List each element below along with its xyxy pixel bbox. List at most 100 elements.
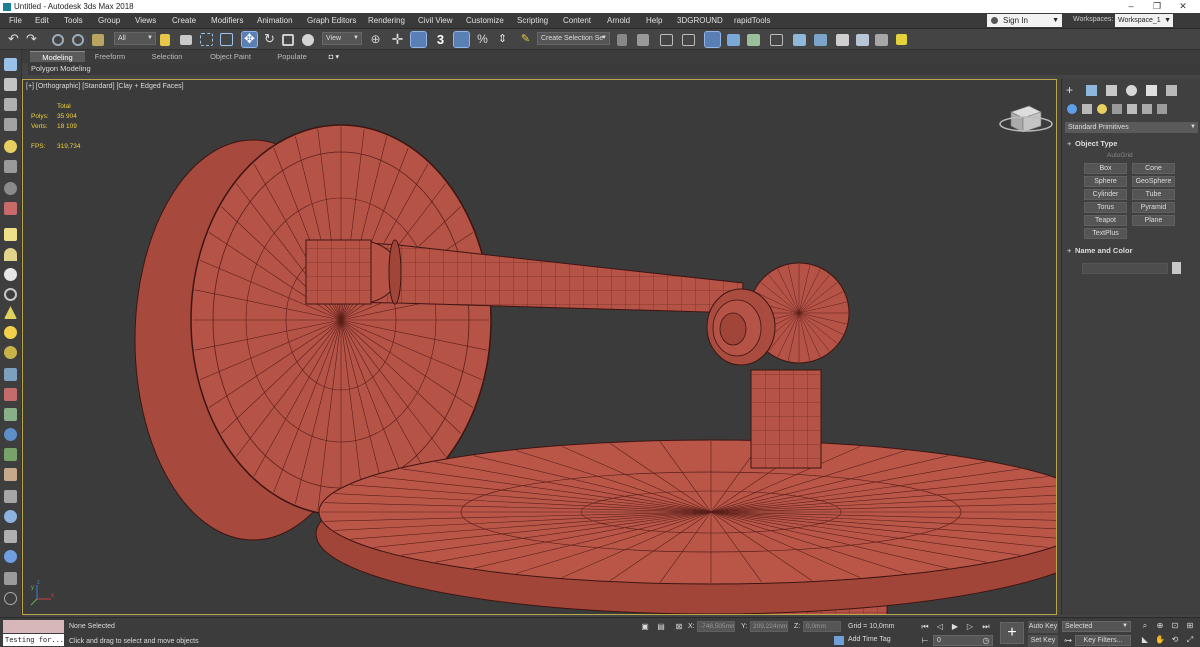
pyramid-button[interactable]: Pyramid: [1132, 202, 1175, 213]
render-iterative-icon[interactable]: [856, 34, 869, 46]
key-selection-set-dropdown[interactable]: Selected ▼: [1062, 621, 1131, 632]
spacewarps-icon[interactable]: [1142, 104, 1152, 114]
y-coordinate-field[interactable]: 209,224mm: [750, 621, 788, 632]
key-mode-toggle-icon[interactable]: ⊢: [920, 636, 930, 646]
sun-icon[interactable]: [4, 326, 17, 339]
edit-named-selection-icon[interactable]: ✎: [518, 32, 533, 47]
isolate-selection-icon[interactable]: ▣: [640, 622, 650, 632]
object-category-dropdown[interactable]: Standard Primitives ▼: [1065, 122, 1198, 133]
autogrid-checkbox[interactable]: AutoGrid: [1107, 152, 1133, 159]
snap-toggle-icon[interactable]: 3: [433, 32, 448, 47]
name-and-color-rollout[interactable]: Name and Color: [1065, 245, 1194, 256]
menu-customize[interactable]: Customize: [466, 16, 504, 25]
material-editor-icon[interactable]: [770, 34, 783, 46]
select-by-name-icon[interactable]: [180, 35, 192, 45]
absolute-mode-icon[interactable]: ⊠: [674, 622, 684, 632]
stairs-icon[interactable]: [4, 368, 17, 381]
tab-freeform[interactable]: Freeform: [88, 51, 132, 62]
sphere-button[interactable]: Sphere: [1084, 176, 1127, 187]
list-icon[interactable]: [4, 118, 17, 131]
light-icon[interactable]: [4, 140, 17, 153]
curve-editor-icon[interactable]: [727, 34, 740, 46]
schematic-view-icon[interactable]: [747, 34, 760, 46]
key-filters-button[interactable]: Key Filters...: [1075, 635, 1131, 646]
box-icon[interactable]: [4, 228, 17, 241]
window-crossing-icon[interactable]: [220, 33, 233, 46]
rectangular-selection-icon[interactable]: [200, 33, 213, 46]
redo-icon[interactable]: ↷: [26, 32, 41, 47]
maxscript-listener-output[interactable]: Testing for...: [3, 634, 64, 646]
character-icon[interactable]: [4, 468, 17, 481]
tube-button[interactable]: Tube: [1132, 189, 1175, 200]
torus-button[interactable]: Torus: [1084, 202, 1127, 213]
select-and-place-icon[interactable]: [302, 34, 314, 46]
utilities-tab-icon[interactable]: [1166, 85, 1177, 96]
helpers-icon[interactable]: [1127, 104, 1137, 114]
menu-rendering[interactable]: Rendering: [368, 16, 405, 25]
systems-icon[interactable]: [1157, 104, 1167, 114]
render-production-icon[interactable]: [836, 34, 849, 46]
orbit-icon[interactable]: ⟲: [1170, 635, 1180, 645]
select-object-icon[interactable]: [160, 34, 170, 46]
mirror-icon[interactable]: [617, 34, 627, 46]
menu-civil-view[interactable]: Civil View: [418, 16, 453, 25]
link-icon[interactable]: [52, 34, 64, 46]
previous-frame-icon[interactable]: ◁: [935, 622, 945, 632]
set-key-mode-icon[interactable]: +: [1000, 622, 1024, 644]
layer-explorer-icon[interactable]: [682, 34, 695, 46]
tree-icon[interactable]: [4, 408, 17, 421]
cameras-icon[interactable]: [1112, 104, 1122, 114]
play-icon[interactable]: ▶: [950, 622, 960, 632]
foliage-icon[interactable]: [4, 448, 17, 461]
cylinder-button[interactable]: Cylinder: [1084, 189, 1127, 200]
modify-tab-icon[interactable]: [1086, 85, 1097, 96]
key-filter-icon[interactable]: ⊶: [1063, 636, 1073, 646]
target-icon[interactable]: [4, 346, 17, 359]
perspective-viewport[interactable]: [+] [Orthographic] [Standard] [Clay + Ed…: [22, 79, 1057, 615]
menu-file[interactable]: File: [9, 16, 22, 25]
render-in-cloud-icon[interactable]: [875, 34, 888, 46]
paint-icon[interactable]: [4, 388, 17, 401]
display-tab-icon[interactable]: [1146, 85, 1157, 96]
tab-object-paint[interactable]: Object Paint: [203, 51, 258, 62]
cone-icon[interactable]: [4, 306, 17, 319]
x-coordinate-field[interactable]: -748,505mm: [697, 621, 735, 632]
unlink-icon[interactable]: [72, 34, 84, 46]
menu-rapidtools[interactable]: rapidTools: [734, 16, 770, 25]
object-type-rollout[interactable]: Object Type: [1065, 138, 1194, 149]
menu-views[interactable]: Views: [135, 16, 156, 25]
sphere-icon[interactable]: [4, 268, 17, 281]
torus-icon[interactable]: [4, 288, 17, 301]
scene-explorer-icon[interactable]: [660, 34, 673, 46]
teapot-button[interactable]: Teapot: [1084, 215, 1127, 226]
phone-icon[interactable]: [4, 572, 17, 585]
menu-content[interactable]: Content: [563, 16, 591, 25]
reference-coordinate-dropdown[interactable]: View ▼: [322, 32, 362, 45]
explorer-icon[interactable]: [4, 98, 17, 111]
menu-arnold[interactable]: Arnold: [607, 16, 630, 25]
tab-selection[interactable]: Selection: [145, 51, 189, 62]
add-time-tag[interactable]: Add Time Tag: [834, 636, 891, 645]
spinner-snap-icon[interactable]: ⇕: [495, 32, 510, 47]
maximize-button[interactable]: ❐: [1146, 0, 1168, 13]
display-icon[interactable]: [4, 530, 17, 543]
viewport-label[interactable]: [+] [Orthographic] [Standard] [Clay + Ed…: [26, 83, 184, 90]
bind-spacewarp-icon[interactable]: [92, 34, 104, 46]
select-manipulate-icon[interactable]: ✛: [390, 32, 405, 47]
textplus-button[interactable]: TextPlus: [1084, 228, 1127, 239]
geosphere-button[interactable]: GeoSphere: [1132, 176, 1175, 187]
zoom-extents-all-icon[interactable]: ⊞: [1185, 621, 1195, 631]
geometry-icon[interactable]: [1067, 104, 1077, 114]
ribbon-panel-bar[interactable]: Polygon Modeling: [28, 63, 1200, 75]
time-configuration-icon[interactable]: ◷: [981, 636, 991, 646]
maxscript-listener-input[interactable]: [3, 620, 64, 633]
field-of-view-icon[interactable]: ◣: [1140, 635, 1150, 645]
shapes-icon[interactable]: [1082, 104, 1092, 114]
hierarchy-tab-icon[interactable]: [1106, 85, 1117, 96]
rendered-frame-window-icon[interactable]: [814, 34, 827, 46]
motion-tab-icon[interactable]: [1126, 85, 1137, 96]
plane-button[interactable]: Plane: [1132, 215, 1175, 226]
menu-modifiers[interactable]: Modifiers: [211, 16, 243, 25]
globe-icon[interactable]: [4, 428, 17, 441]
camera-icon[interactable]: [4, 160, 17, 173]
